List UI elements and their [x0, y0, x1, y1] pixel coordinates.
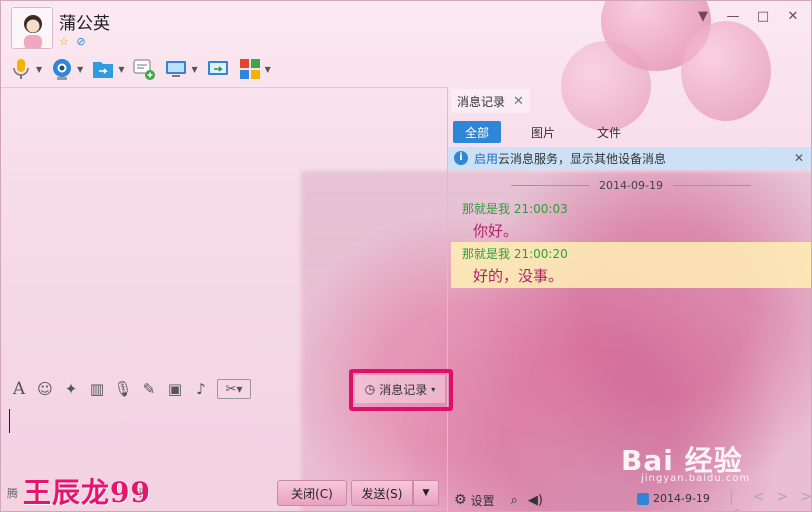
message-input[interactable]	[1, 403, 447, 477]
settings-label[interactable]: 设置	[471, 492, 495, 509]
font-icon[interactable]: A	[9, 379, 29, 399]
balloon-decor	[561, 41, 651, 131]
music-icon[interactable]: ♪	[191, 379, 211, 399]
footer-text-1: 腾	[7, 487, 18, 500]
calendar-icon	[637, 492, 649, 505]
remote-icon	[166, 61, 187, 77]
chevron-down-icon[interactable]: ▼	[36, 65, 42, 74]
avatar[interactable]	[11, 7, 53, 49]
date-separator: 2014-09-19	[511, 179, 751, 192]
apps-button[interactable]: ▼	[238, 55, 271, 83]
close-button[interactable]: 关闭(C)	[277, 480, 347, 506]
message-display-area	[1, 87, 447, 375]
gear-icon[interactable]: ⚙	[454, 492, 467, 508]
chevron-down-icon[interactable]: ▼	[265, 65, 271, 74]
footer-date: 2014-9-19	[653, 492, 710, 505]
history-filter: 全部 图片 文件	[453, 121, 651, 143]
date-label: 2014-09-19	[599, 179, 663, 192]
filter-images[interactable]: 图片	[519, 121, 567, 143]
video-call-button[interactable]: ▼	[50, 55, 83, 83]
send-button[interactable]: 发送(S)	[351, 480, 413, 506]
filter-files[interactable]: 文件	[585, 121, 633, 143]
tab-label: 消息记录	[457, 94, 506, 109]
menu-dropdown-icon[interactable]: ▼	[693, 7, 713, 27]
chevron-down-icon[interactable]: ▼	[191, 65, 197, 74]
screenshot-icon[interactable]: ✂ ▾	[217, 379, 251, 399]
status-icons: ☆ ⊘	[59, 35, 90, 48]
close-icon[interactable]: ✕	[794, 151, 804, 165]
chevron-down-icon: ▼	[422, 488, 430, 498]
maximize-icon[interactable]: □	[753, 7, 773, 27]
cloud-message-bar: i 启用 云消息服务，显示其他设备消息 ✕	[448, 147, 811, 169]
history-pager: |< < > >|	[729, 489, 811, 511]
edit-icon[interactable]: ✎	[139, 379, 159, 399]
screen-share-button[interactable]	[206, 55, 230, 83]
chat-window: 蒲公英 ☆ ⊘ ▼ — □ ✕ ▼ ▼ ▼ ▼ ▼ A ☺ ✦ ▥ 🎙 ✎ ▣ …	[0, 0, 812, 512]
voice-message-icon[interactable]: 🎙	[113, 379, 133, 399]
baidu-url: jingyan.baidu.com	[641, 473, 751, 484]
voice-call-button[interactable]: ▼	[9, 55, 42, 83]
shake-icon[interactable]: ▥	[87, 379, 107, 399]
discussion-button[interactable]	[132, 55, 156, 83]
search-icon[interactable]: ⌕	[511, 493, 518, 508]
cloud-message-text: 云消息服务，显示其他设备消息	[498, 151, 667, 166]
close-icon[interactable]: ✕	[783, 7, 803, 27]
message-text: 你好。	[473, 222, 519, 240]
file-transfer-button[interactable]: ▼	[91, 55, 124, 83]
message-meta: 那就是我 21:00:20	[462, 247, 568, 261]
apps-icon	[239, 59, 260, 79]
contact-name: 蒲公英	[59, 14, 110, 34]
emoji-icon[interactable]: ☺	[35, 379, 55, 399]
add-chat-icon	[133, 59, 156, 80]
mic-icon	[13, 59, 29, 79]
folder-share-icon	[93, 62, 114, 78]
camera-icon	[53, 59, 72, 80]
speaker-icon[interactable]: ◀)	[528, 493, 543, 508]
chevron-down-icon[interactable]: ▼	[77, 65, 83, 74]
message-text: 好的，没事。	[473, 267, 564, 285]
screen-share-icon	[207, 61, 228, 75]
first-page-icon[interactable]: |<	[729, 489, 741, 511]
remote-assist-button[interactable]: ▼	[164, 55, 198, 83]
tab-message-history[interactable]: 消息记录 ✕	[451, 89, 530, 113]
enable-cloud-link[interactable]: 启用	[474, 150, 498, 167]
scissor-glyph: ✂	[225, 381, 237, 397]
send-options-button[interactable]: ▼	[413, 480, 439, 506]
chat-toolbar: ▼ ▼ ▼ ▼ ▼	[9, 55, 271, 83]
magic-icon[interactable]: ✦	[61, 379, 81, 399]
next-page-icon[interactable]: >	[776, 489, 788, 511]
message-meta: 那就是我 21:00:03	[462, 202, 568, 216]
filter-all[interactable]: 全部	[453, 121, 502, 143]
info-icon: i	[454, 151, 468, 165]
chevron-down-icon[interactable]: ▼	[118, 65, 124, 74]
author-watermark: 王辰龙99	[23, 476, 151, 509]
input-toolbar: A ☺ ✦ ▥ 🎙 ✎ ▣ ♪ ✂ ▾	[9, 377, 251, 401]
window-controls: ▼ — □ ✕	[693, 7, 803, 27]
last-page-icon[interactable]: >|	[800, 489, 811, 511]
date-picker[interactable]: 2014-9-19	[637, 492, 710, 505]
star-icon[interactable]: ☆	[59, 35, 69, 48]
qzone-icon[interactable]: ⊘	[76, 35, 85, 48]
prev-page-icon[interactable]: <	[753, 489, 765, 511]
text-cursor	[9, 409, 10, 433]
image-icon[interactable]: ▣	[165, 379, 185, 399]
minimize-icon[interactable]: —	[723, 7, 743, 27]
close-icon[interactable]: ✕	[513, 94, 524, 109]
balloon-decor	[681, 21, 771, 121]
